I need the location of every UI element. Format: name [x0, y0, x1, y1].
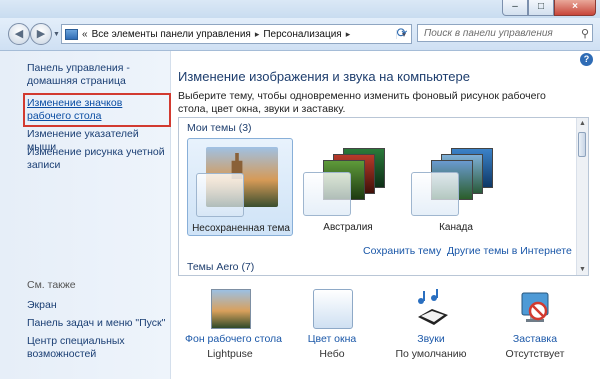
magnifier-icon[interactable]: ⚲	[581, 25, 589, 43]
control-panel-icon	[65, 28, 78, 40]
sounds-icon	[418, 289, 448, 325]
scroll-thumb[interactable]	[578, 132, 586, 157]
search-placeholder: Поиск в панели управления	[424, 28, 553, 39]
sidebar-item-desktop-icons[interactable]: Изменение значков рабочего стола	[23, 93, 171, 127]
page-description: Выберите тему, чтобы одновременно измени…	[178, 90, 546, 115]
title-bar: – □ ×	[0, 0, 600, 18]
help-icon[interactable]: ?	[580, 53, 593, 66]
see-also-heading: См. также	[27, 279, 76, 291]
back-arrow-icon[interactable]: ◀	[8, 23, 30, 45]
screensaver-icon	[521, 292, 549, 322]
breadcrumb-separator-icon[interactable]: ▸	[255, 29, 260, 40]
theme-label: Канада	[439, 222, 473, 233]
screensaver-label: Заставка	[512, 333, 558, 345]
minimize-button[interactable]: –	[502, 0, 528, 16]
save-theme-link[interactable]: Сохранить тему	[363, 245, 441, 257]
theme-tile-unsaved[interactable]: Несохраненная тема	[187, 138, 293, 236]
window-color-icon	[313, 289, 353, 329]
sounds-label: Звуки	[417, 333, 445, 345]
navigation-bar: ◀ ▶ ▼ « Все элементы панели управления ▸…	[0, 18, 600, 51]
window-color-label: Цвет окна	[307, 333, 357, 345]
address-chevron[interactable]: «	[82, 29, 88, 40]
theme-list-scrollbar[interactable]: ▲ ▼	[576, 118, 588, 275]
sidebar: Панель управления - домашняя страница Из…	[0, 51, 171, 379]
breadcrumb-all-items[interactable]: Все элементы панели управления	[92, 29, 251, 40]
close-button[interactable]: ×	[554, 0, 596, 16]
address-bar[interactable]: « Все элементы панели управления ▸ Персо…	[61, 24, 412, 44]
sidebar-item-taskbar[interactable]: Панель задач и меню "Пуск"	[27, 317, 167, 330]
theme-tile-canada[interactable]: Канада	[403, 138, 509, 236]
sounds-value: По умолчанию	[395, 348, 467, 360]
maximize-button[interactable]: □	[528, 0, 554, 16]
desktop-background-value: Lightpuse	[207, 348, 253, 360]
screensaver-value: Отсутствует	[505, 348, 565, 360]
sidebar-item-home[interactable]: Панель управления - домашняя страница	[27, 62, 167, 88]
theme-tile-australia[interactable]: Австралия	[295, 138, 401, 236]
page-title: Изменение изображения и звука на компьют…	[178, 69, 470, 84]
my-themes-heading: Мои темы (3)	[187, 122, 252, 134]
theme-label: Австралия	[323, 222, 373, 233]
sidebar-item-account-picture[interactable]: Изменение рисунка учетной записи	[27, 146, 167, 172]
refresh-icon[interactable]: ⟳	[394, 25, 410, 41]
sidebar-item-accessibility[interactable]: Центр специальных возможностей	[27, 335, 167, 361]
window-color-swatch	[303, 172, 351, 216]
sidebar-item-display[interactable]: Экран	[27, 299, 167, 312]
search-input[interactable]: Поиск в панели управления ⚲	[417, 24, 593, 42]
aero-themes-heading: Темы Aero (7)	[187, 261, 255, 273]
control-panel-window: – □ × ◀ ▶ ▼ « Все элементы панели управл…	[0, 0, 600, 379]
scroll-down-icon[interactable]: ▼	[577, 264, 588, 275]
breadcrumb-separator-icon[interactable]: ▸	[346, 29, 351, 40]
forward-arrow-icon[interactable]: ▶	[30, 23, 52, 45]
window-color-swatch	[411, 172, 459, 216]
desktop-background-label: Фон рабочего стола	[185, 333, 283, 345]
history-dropdown-icon[interactable]: ▼	[53, 31, 60, 38]
window-color-swatch	[196, 173, 244, 217]
window-color-value: Небо	[319, 348, 345, 360]
theme-label: Несохраненная тема	[192, 223, 290, 234]
caption-buttons: – □ ×	[502, 0, 596, 16]
scroll-up-icon[interactable]: ▲	[577, 118, 588, 129]
desktop-background-icon	[211, 289, 251, 329]
breadcrumb-personalization[interactable]: Персонализация	[263, 29, 341, 40]
theme-list[interactable]: Мои темы (3) Несохраненная тема Австрали…	[178, 117, 589, 276]
online-themes-link[interactable]: Другие темы в Интернете	[447, 245, 572, 257]
